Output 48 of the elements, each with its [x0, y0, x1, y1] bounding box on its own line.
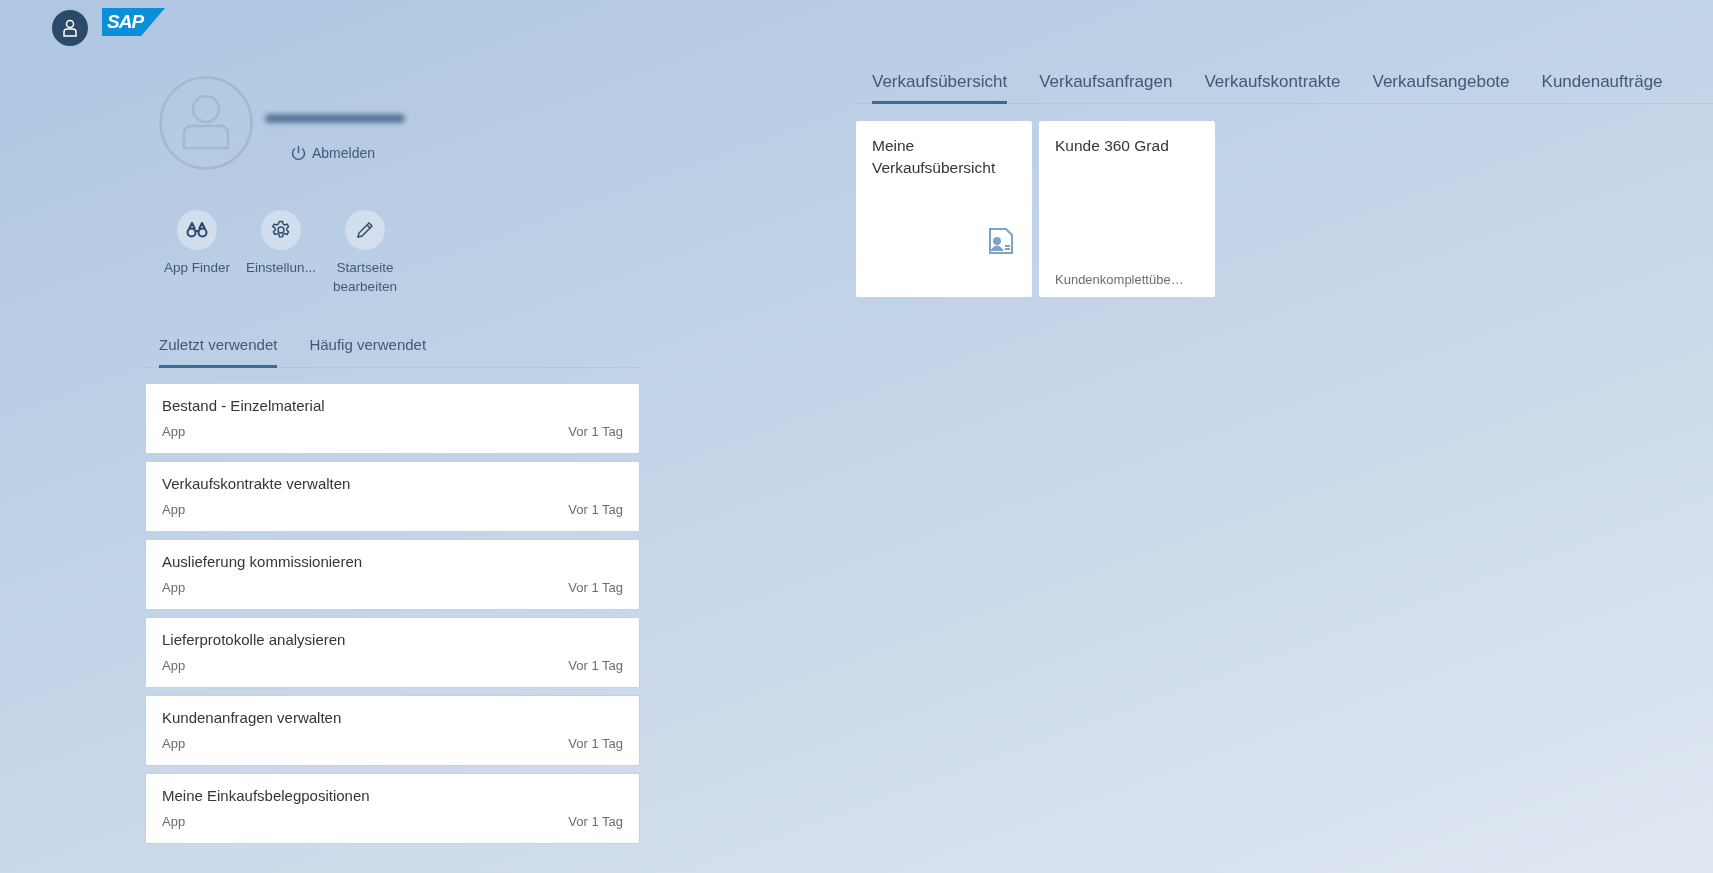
recent-app-item[interactable]: Auslieferung kommissionieren App Vor 1 Tag	[145, 539, 640, 610]
group-tab[interactable]: Kundenaufträge	[1541, 72, 1663, 104]
group-tab[interactable]: Verkaufsanfragen	[1039, 72, 1173, 104]
customer-document-icon	[988, 227, 1014, 255]
recent-app-item[interactable]: Kundenanfragen verwalten App Vor 1 Tag	[145, 695, 640, 766]
action-button[interactable]: Einstellun...	[243, 210, 319, 296]
item-type: App	[162, 580, 186, 595]
item-type: App	[162, 814, 186, 829]
settings-icon	[271, 220, 291, 240]
tab[interactable]: Häufig verwendet	[309, 326, 427, 368]
item-title: Meine Einkaufsbelegpositionen	[162, 787, 371, 804]
item-title: Auslieferung kommissionieren	[162, 553, 364, 570]
tile-subtitle: Kundenkomplettübe…	[1055, 272, 1185, 287]
power-icon	[291, 145, 306, 161]
logo: SAP	[102, 8, 166, 36]
recent-app-item[interactable]: Lieferprotokolle analysieren App Vor 1 Tag	[145, 617, 640, 688]
item-title: Lieferprotokolle analysieren	[162, 631, 347, 648]
binoculars-icon	[186, 222, 208, 238]
item-time: Vor 1 Tag	[568, 658, 623, 673]
recent-app-item[interactable]: Verkaufskontrakte verwalten App Vor 1 Tag	[145, 461, 640, 532]
recent-app-item[interactable]: Bestand - Einzelmaterial App Vor 1 Tag	[145, 383, 640, 454]
app-tile[interactable]: Meine Verkaufsübersicht	[856, 121, 1032, 297]
item-title: Bestand - Einzelmaterial	[162, 397, 326, 414]
user-icon	[62, 19, 78, 37]
item-time: Vor 1 Tag	[568, 814, 623, 829]
tile-title: Meine Verkaufsübersicht	[872, 136, 997, 178]
item-title: Verkaufskontrakte verwalten	[162, 475, 352, 492]
tile-title: Kunde 360 Grad	[1055, 136, 1170, 156]
item-time: Vor 1 Tag	[568, 736, 623, 751]
group-tab[interactable]: Verkaufsangebote	[1372, 72, 1510, 104]
item-type: App	[162, 502, 186, 517]
pencil-icon	[356, 221, 374, 239]
recent-app-item[interactable]: Meine Einkaufsbelegpositionen App Vor 1 Tag	[145, 773, 640, 844]
action-button[interactable]: App Finder	[159, 210, 235, 296]
user-avatar-button[interactable]	[52, 10, 88, 46]
tab[interactable]: Zuletzt verwendet	[159, 326, 278, 368]
app-tile[interactable]: Kunde 360 Grad Kundenkomplettübe…	[1039, 121, 1215, 297]
item-time: Vor 1 Tag	[568, 424, 623, 439]
item-time: Vor 1 Tag	[568, 502, 623, 517]
item-type: App	[162, 736, 186, 751]
item-title: Kundenanfragen verwalten	[162, 709, 343, 726]
action-button[interactable]: Startseite bearbeiten	[327, 210, 403, 296]
item-time: Vor 1 Tag	[568, 580, 623, 595]
item-type: App	[162, 424, 186, 439]
logout-button[interactable]: Abmelden	[291, 145, 405, 161]
group-tab[interactable]: Verkaufsübersicht	[872, 72, 1008, 104]
group-tab[interactable]: Verkaufskontrakte	[1204, 72, 1341, 104]
item-type: App	[162, 658, 186, 673]
